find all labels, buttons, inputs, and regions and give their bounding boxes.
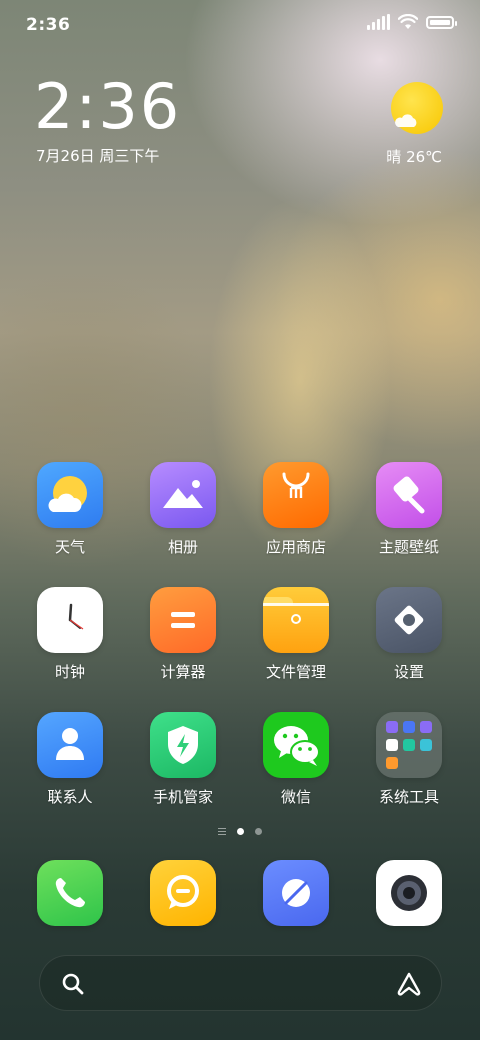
calculator-icon (150, 587, 216, 653)
app-file-manager[interactable]: 文件管理 (248, 587, 344, 682)
app-settings[interactable]: 设置 (361, 587, 457, 682)
app-label: 相册 (167, 538, 198, 556)
dock-camera[interactable] (361, 860, 457, 926)
app-label: 系统工具 (378, 788, 439, 806)
app-clock[interactable]: 时钟 (22, 587, 118, 682)
messages-icon (150, 860, 216, 926)
clock-time[interactable]: 2:36 (34, 76, 181, 138)
app-label: 微信 (280, 788, 311, 806)
themes-icon (376, 462, 442, 528)
wechat-icon (263, 712, 329, 778)
dock-messages[interactable] (135, 860, 231, 926)
app-folder-system-tools[interactable]: 系统工具 (361, 712, 457, 807)
feed-lines-icon (218, 828, 226, 835)
home-screen: 2:36 2:36 7月26日 周三下午 晴 26℃ 天气 相册 应用商店 主题… (0, 0, 480, 1040)
weather-text[interactable]: 晴 26℃ (386, 146, 442, 167)
signal-icon (367, 14, 390, 30)
app-security[interactable]: 手机管家 (135, 712, 231, 807)
camera-icon (376, 860, 442, 926)
gallery-icon (150, 462, 216, 528)
app-label: 时钟 (54, 663, 85, 681)
folder-icon (376, 712, 442, 778)
search-bar[interactable] (39, 955, 442, 1011)
app-label: 文件管理 (265, 663, 326, 681)
contacts-icon (37, 712, 103, 778)
dock-browser[interactable] (248, 860, 344, 926)
weather-icon (37, 462, 103, 528)
assistant-icon[interactable] (395, 970, 423, 998)
battery-fill (430, 19, 450, 25)
page-dot (255, 828, 262, 835)
app-themes[interactable]: 主题壁纸 (361, 462, 457, 557)
clock-icon (37, 587, 103, 653)
app-gallery[interactable]: 相册 (135, 462, 231, 557)
app-store[interactable]: 应用商店 (248, 462, 344, 557)
file-manager-icon (263, 587, 329, 653)
status-time: 2:36 (26, 15, 71, 35)
settings-icon (376, 587, 442, 653)
phone-icon (37, 860, 103, 926)
app-label: 手机管家 (152, 788, 213, 806)
app-weather[interactable]: 天气 (22, 462, 118, 557)
security-icon (150, 712, 216, 778)
app-contacts[interactable]: 联系人 (22, 712, 118, 807)
app-label: 应用商店 (265, 538, 326, 556)
app-label: 联系人 (47, 788, 93, 806)
page-dot-active (237, 828, 244, 835)
clock-date[interactable]: 7月26日 周三下午 (36, 145, 159, 166)
status-icons (367, 14, 457, 30)
app-label: 计算器 (160, 663, 206, 681)
dock-phone[interactable] (22, 860, 118, 926)
app-wechat[interactable]: 微信 (248, 712, 344, 807)
status-bar: 2:36 (0, 0, 480, 50)
browser-icon (263, 860, 329, 926)
app-store-icon (263, 462, 329, 528)
app-calculator[interactable]: 计算器 (135, 587, 231, 682)
weather-cloud-icon (395, 114, 417, 127)
search-icon (62, 973, 84, 995)
battery-icon (426, 15, 457, 29)
app-label: 天气 (54, 538, 85, 556)
app-label: 设置 (393, 663, 424, 681)
page-indicator[interactable] (0, 828, 480, 835)
app-label: 主题壁纸 (378, 538, 439, 556)
wifi-icon (398, 14, 418, 29)
